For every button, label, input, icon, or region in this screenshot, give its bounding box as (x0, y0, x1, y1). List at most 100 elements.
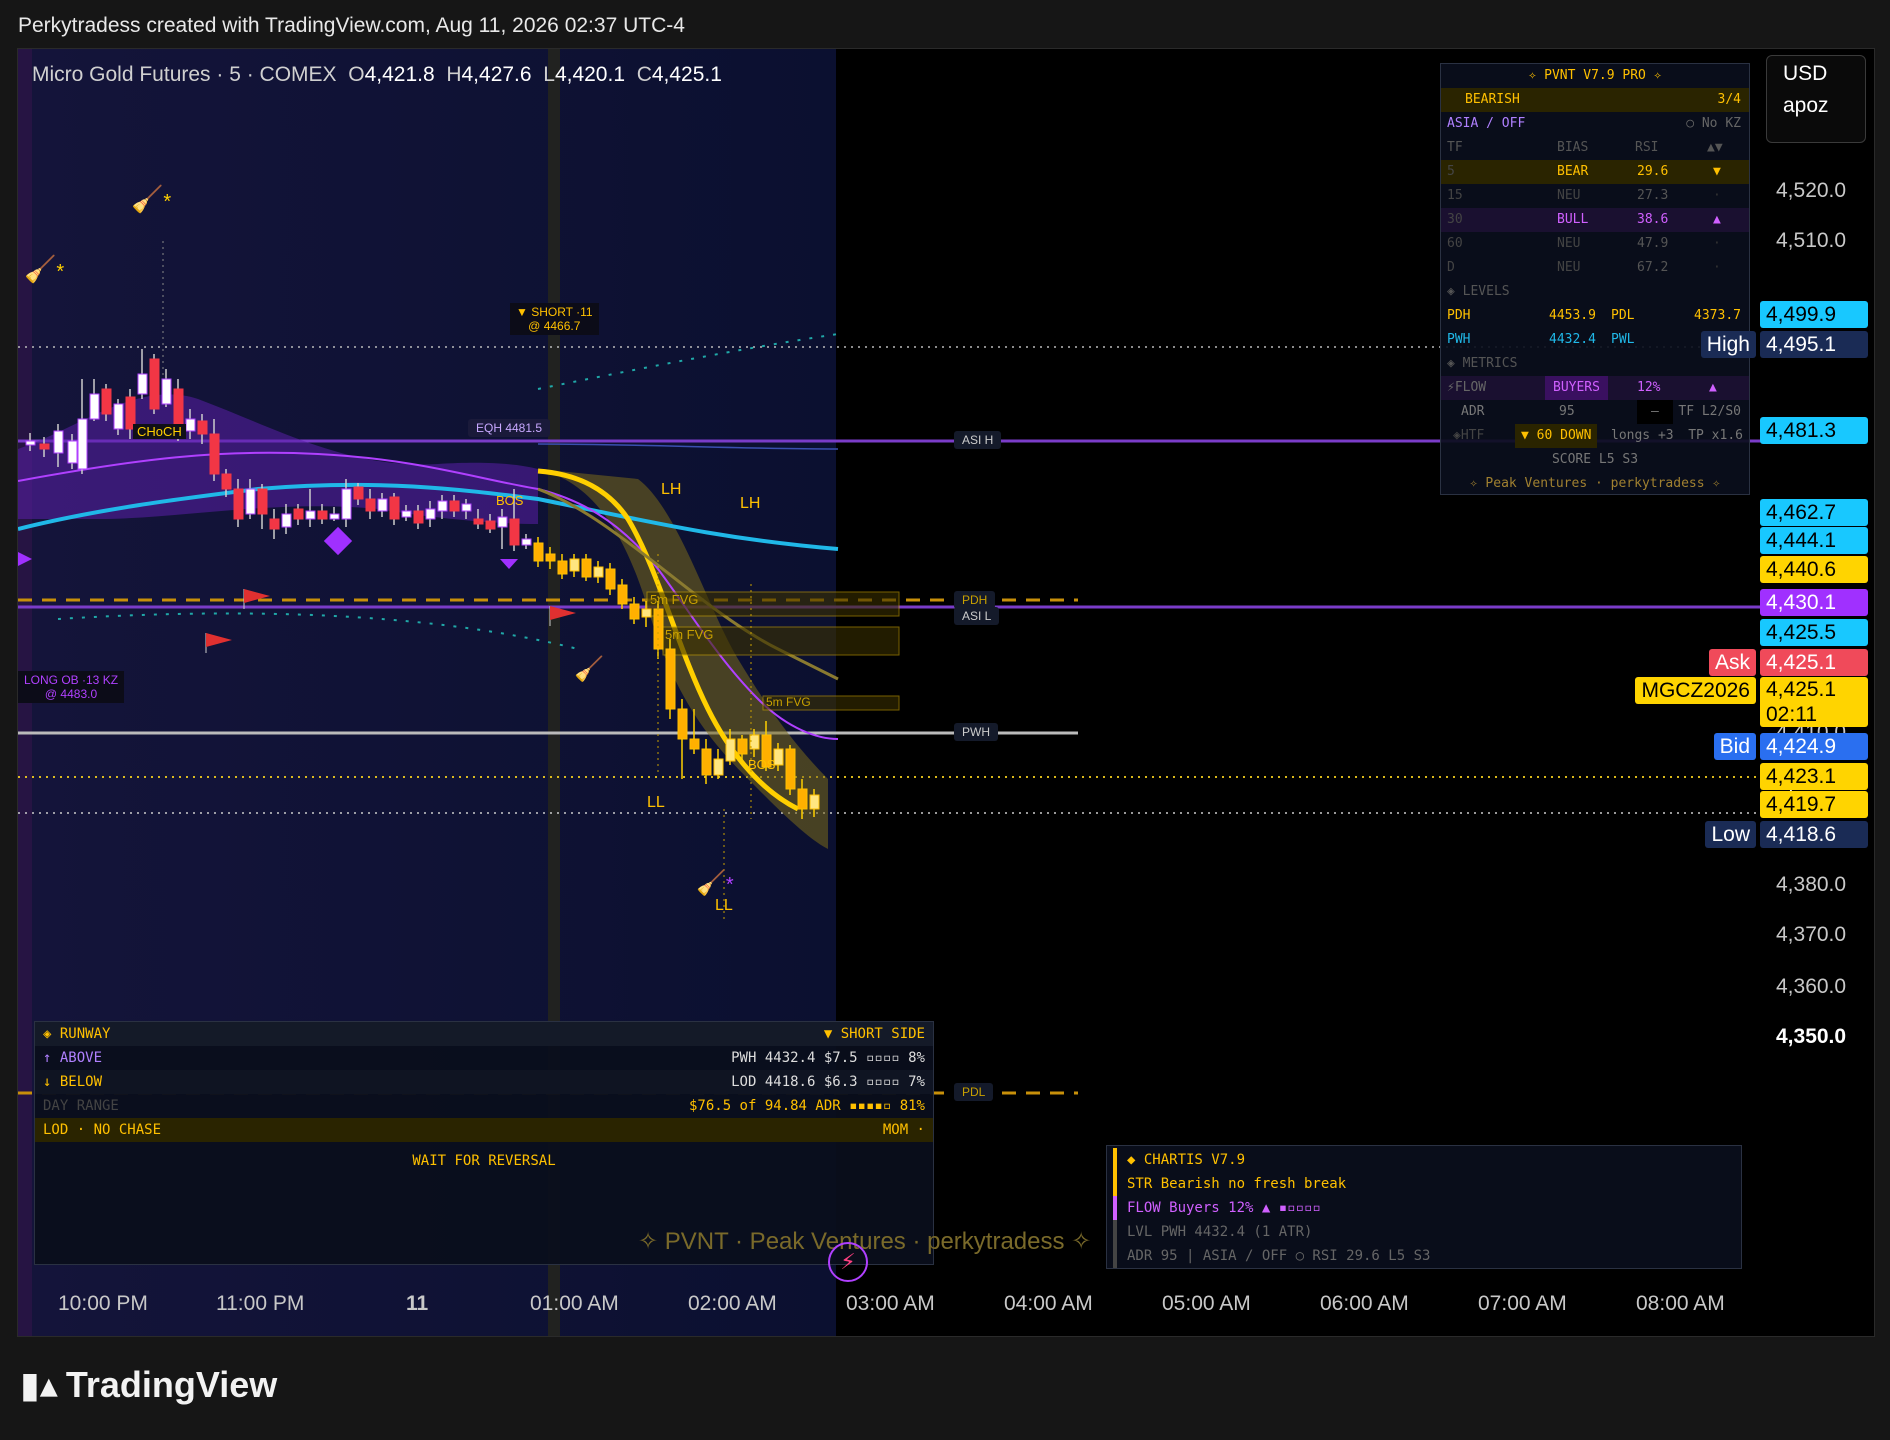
close-value: 4,425.1 (651, 63, 722, 86)
candle-body (485, 520, 496, 530)
candle-body (353, 486, 364, 500)
bar-countdown: 02:11 (1766, 703, 1817, 726)
mgcz2026-price-label: MGCZ2026 (1635, 677, 1756, 704)
eqh-label: EQH 4481.5 (468, 419, 551, 437)
candle-body (221, 473, 232, 490)
time-axis-label: 11:00 PM (216, 1292, 305, 1315)
pvnt-htf-row: ◈HTF ▼ 60 DOWN longs +3 TP x1.6 (1441, 424, 1749, 448)
price-axis-tick: 4,350.0 (1776, 1025, 1847, 1048)
long-ob-label: LONG OB ·13 KZ @ 4483.0 (18, 671, 125, 703)
high-price-label: High (1700, 331, 1756, 358)
candle-body (149, 358, 160, 410)
candle-body (677, 708, 688, 740)
candle-body (545, 553, 556, 562)
broom-icon: 🧹 (574, 656, 604, 683)
fvg-label: 5m FVG (650, 592, 699, 607)
currency-code[interactable]: USD (1767, 56, 1865, 88)
candle-body (185, 418, 196, 432)
price-axis-tag: 4,425.5 (1760, 619, 1868, 646)
candle-body (737, 738, 748, 755)
low-value: 4,420.1 (554, 63, 626, 86)
asi-low-tag: ASI L (954, 607, 1000, 625)
lower-high-label: LH (740, 495, 761, 512)
chartis-adr: ADR 95 | ASIA / OFF ○ RSI 29.6 L5 S3 (1113, 1244, 1741, 1268)
chartis-flow: FLOW Buyers 12% ▲ ▪▫▫▫▫ (1113, 1196, 1741, 1220)
candle-body (785, 748, 796, 790)
runway-lod-row: LOD · NO CHASE MOM · (35, 1118, 933, 1142)
broom-icon: 🧹* (131, 184, 172, 214)
pvnt-adr-row: ADR 95 — TF L2/S0 (1441, 400, 1749, 424)
candle-body (257, 488, 268, 515)
symbol-ohlc-legend[interactable]: Micro Gold Futures · 5 · COMEX O4,421.8 … (32, 63, 722, 87)
pvnt-tf-row: 5 BEAR 29.6 ▼ (1441, 160, 1749, 184)
candle-body (437, 500, 448, 512)
candle-body (233, 488, 244, 520)
chartis-title: ◆ CHARTIS V7.9 (1113, 1148, 1741, 1172)
candle-body (449, 500, 460, 512)
pvnt-footer: ✧ Peak Ventures · perkytradess ✧ (1469, 476, 1721, 491)
pdl-tag: PDL (954, 1083, 994, 1101)
high-value: 4,427.6 (461, 63, 532, 86)
short-signal-label: ▼ SHORT ·11 @ 4466.7 (510, 303, 599, 335)
price-axis-tick: 4,510.0 (1776, 229, 1847, 252)
price-axis-tag: 4,440.6 (1760, 556, 1868, 583)
candle-body (797, 788, 808, 810)
candle-body (689, 738, 700, 750)
candle-body (137, 373, 148, 395)
time-axis-label: 01:00 AM (530, 1292, 619, 1315)
time-axis-label: 06:00 AM (1320, 1292, 1409, 1315)
candle-body (317, 510, 328, 520)
candle-body (629, 603, 640, 620)
candle-body (473, 518, 484, 525)
time-axis-label: 05:00 AM (1162, 1292, 1251, 1315)
chart-pane[interactable]: Micro Gold Futures · 5 · COMEX O4,421.8 … (17, 48, 1875, 1337)
candle-body (593, 566, 604, 578)
choch-label: CHoCH (133, 424, 186, 439)
candle-body (617, 584, 628, 605)
pvnt-session-row: ASIA / OFF ○ No KZ (1447, 116, 1741, 131)
candle-body (329, 513, 340, 520)
lower-low-label: LL (715, 897, 733, 914)
price-axis-tag: 4,418.6 (1760, 821, 1868, 848)
time-axis-label: 07:00 AM (1478, 1292, 1567, 1315)
candle-body (161, 378, 172, 405)
currency-unit-selector[interactable]: USD apoz (1766, 55, 1866, 143)
candle-body (701, 748, 712, 776)
candle-body (641, 608, 652, 618)
candle-body (521, 538, 532, 546)
pvnt-title: ✧ PVNT V7.9 PRO ✧ (1528, 68, 1662, 83)
runway-below-row: ↓ BELOW LOD 4418.6 $6.3 ▫▫▫▫ 7% (35, 1070, 933, 1094)
price-axis-tag: 4,495.1 (1760, 331, 1868, 358)
pvnt-table-header: TF BIAS RSI ▲▼ (1447, 140, 1723, 155)
pvnt-score: SCORE L5 S3 (1551, 452, 1639, 467)
runway-action: WAIT FOR REVERSAL (412, 1153, 556, 1169)
tv-mark-icon: ▮▴ (20, 1365, 58, 1406)
lower-high-label: LH (661, 481, 682, 498)
price-axis-tick: 4,370.0 (1776, 923, 1847, 946)
candle-body (533, 542, 544, 562)
low-price-label: Low (1705, 821, 1756, 848)
candle-body (365, 498, 376, 512)
runway-header: ◈ RUNWAY ▼ SHORT SIDE (35, 1022, 933, 1046)
runway-above-row: ↑ ABOVE PWH 4432.4 $7.5 ▫▫▫▫ 8% (43, 1050, 925, 1066)
candle-body (425, 508, 436, 520)
candle-body (341, 488, 352, 520)
price-axis-tick: 4,360.0 (1776, 975, 1847, 998)
pvnt-tf-row: 30 BULL 38.6 ▲ (1441, 208, 1749, 232)
broom-icon: 🧹* (696, 870, 734, 897)
pvnt-dashboard: ✧ PVNT V7.9 PRO ✧ BEARISH 3/4 ASIA / OFF ○… (1440, 63, 1750, 495)
candle-body (509, 518, 520, 546)
symbol-name[interactable]: Micro Gold Futures · 5 · COMEX (32, 63, 337, 86)
candle-body (461, 503, 472, 512)
price-axis-tick: 4,380.0 (1776, 873, 1847, 896)
candle-body (269, 518, 280, 530)
pvnt-tf-row: D NEU 67.2 · (1447, 260, 1721, 275)
price-axis-tag: 4,419.7 (1760, 791, 1868, 818)
candle-body (557, 560, 568, 575)
candle-body (305, 510, 316, 520)
candle-body (77, 418, 88, 470)
export-caption: Perkytradess created with TradingView.co… (18, 14, 685, 37)
broom-icon: 🧹* (24, 254, 65, 284)
lightning-icon[interactable]: ⚡ (828, 1242, 868, 1282)
currency-unit[interactable]: apoz (1767, 88, 1865, 120)
